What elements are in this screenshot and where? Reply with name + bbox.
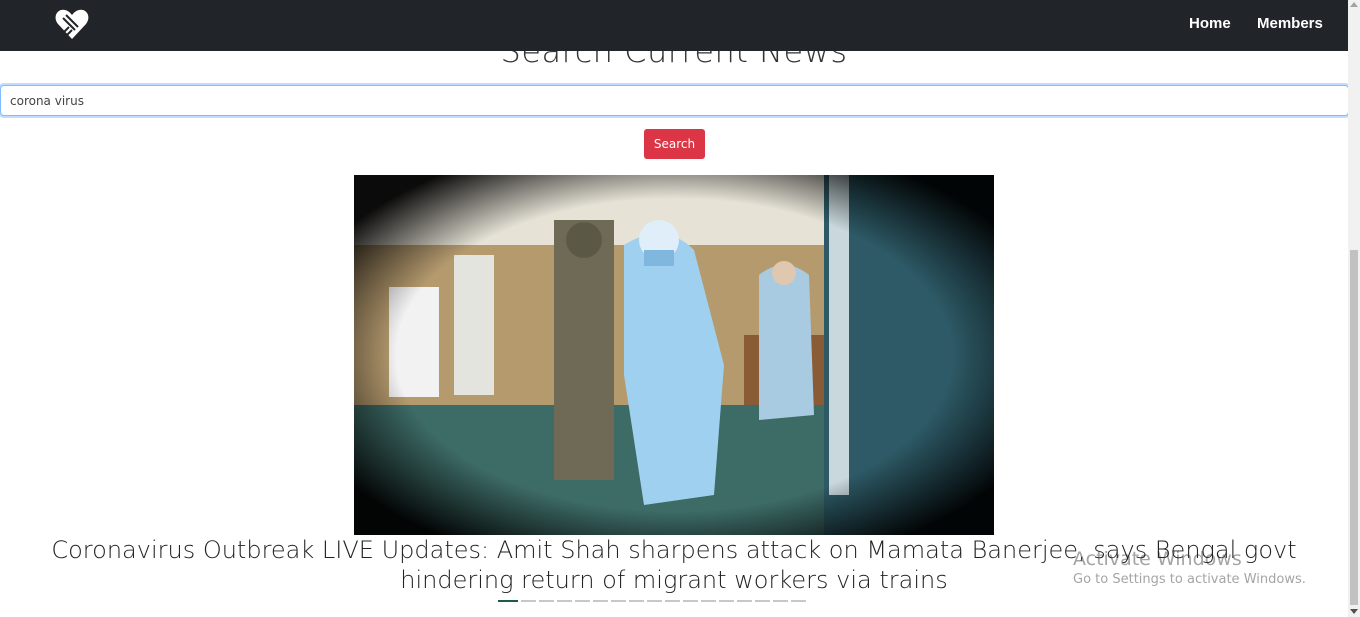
search-input[interactable] <box>0 85 1349 116</box>
heart-hands-logo-icon[interactable] <box>53 5 91 43</box>
carousel-indicator[interactable] <box>665 600 680 602</box>
carousel-indicator[interactable] <box>683 600 698 602</box>
carousel-indicators <box>498 600 806 603</box>
carousel-indicator[interactable] <box>701 600 716 602</box>
vertical-scrollbar[interactable] <box>1348 0 1360 617</box>
carousel-indicator[interactable] <box>575 600 590 602</box>
carousel-indicator[interactable] <box>557 600 572 602</box>
carousel-indicator[interactable] <box>719 600 734 602</box>
news-image[interactable] <box>354 175 994 535</box>
carousel-indicator[interactable] <box>498 600 518 602</box>
carousel-indicator[interactable] <box>755 600 770 602</box>
carousel-indicator[interactable] <box>647 600 662 602</box>
scroll-down-arrow-icon[interactable] <box>1350 609 1358 614</box>
search-button[interactable]: Search <box>644 129 705 159</box>
carousel-indicator[interactable] <box>521 600 536 602</box>
carousel-indicator[interactable] <box>737 600 752 602</box>
nav-home-link[interactable]: Home <box>1189 15 1231 32</box>
carousel-indicator[interactable] <box>791 600 806 602</box>
nav-members-link[interactable]: Members <box>1257 15 1323 32</box>
carousel-indicator[interactable] <box>773 600 788 602</box>
carousel-indicator[interactable] <box>593 600 608 602</box>
news-headline[interactable]: Coronavirus Outbreak LIVE Updates: Amit … <box>0 535 1348 595</box>
carousel-indicator[interactable] <box>611 600 626 602</box>
top-navbar: Home Members <box>0 0 1348 51</box>
scroll-up-arrow-icon[interactable] <box>1350 2 1358 7</box>
scrollbar-thumb[interactable] <box>1350 250 1358 605</box>
carousel-indicator[interactable] <box>629 600 644 602</box>
carousel-indicator[interactable] <box>539 600 554 602</box>
